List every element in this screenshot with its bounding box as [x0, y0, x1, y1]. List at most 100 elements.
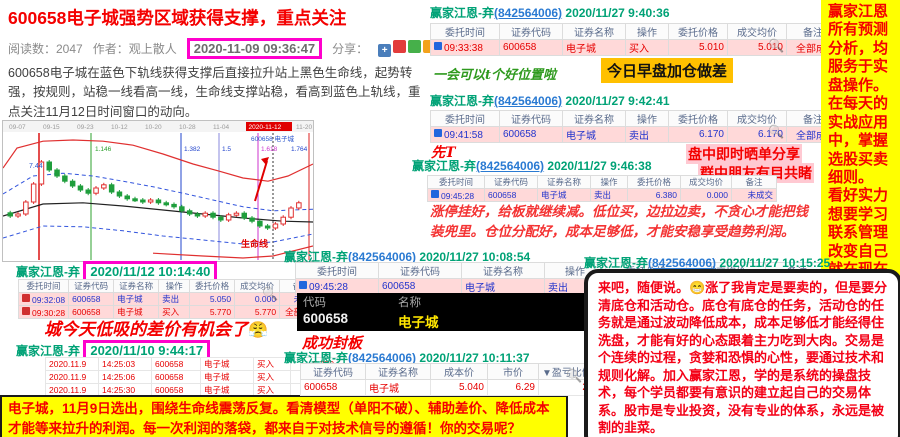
- account-link[interactable]: (842564006): [494, 6, 562, 20]
- col-header: 委托价格: [190, 280, 235, 293]
- table-row: 09:45:28600658电子城卖出6.3800.000未成交: [428, 189, 777, 202]
- col-header: 证券代码: [485, 176, 538, 189]
- svg-text:09-07: 09-07: [9, 124, 26, 131]
- col-header: 委托时间: [431, 24, 500, 40]
- username: 赢家江恩-弃: [584, 256, 648, 270]
- account-link[interactable]: (842564006): [476, 159, 544, 173]
- svg-text:1.146: 1.146: [95, 146, 112, 153]
- timestamp: 2020/11/27 9:40:36: [565, 6, 669, 20]
- cell: 09:41:58: [431, 127, 500, 143]
- share-plus-icon[interactable]: +: [378, 44, 391, 57]
- col-header: 证券代码: [301, 364, 366, 380]
- cell: 卖出: [591, 189, 628, 202]
- publish-time-highlight: 2020-11-09 09:36:47: [187, 38, 322, 59]
- username: 赢家江恩-弃: [412, 159, 476, 173]
- col-header: 操作: [591, 176, 628, 189]
- svg-text:2020-11-12: 2020-11-12: [249, 124, 282, 131]
- note-green: 一会可以t个好位置啦: [433, 64, 556, 83]
- col-header: 代码: [303, 294, 398, 310]
- col-header: 证券名称: [366, 364, 431, 380]
- col-header: 名称: [398, 294, 548, 310]
- account-link[interactable]: (842564006): [648, 256, 716, 270]
- cell: 600658: [301, 380, 366, 396]
- share-wechat-icon[interactable]: [408, 40, 421, 53]
- username: 赢家江恩-弃: [16, 265, 80, 279]
- col-header: 证券代码: [379, 263, 462, 279]
- magnifier-icon[interactable]: 🔍: [768, 38, 784, 54]
- svg-text:生命线: 生命线: [241, 238, 268, 249]
- order-table-m3: 委托时间证券代码证券名称操作委托价格成交均价备注09:45:28600658电子…: [427, 175, 777, 202]
- col-header: 操作: [626, 111, 669, 127]
- magnifier-icon[interactable]: 🔍: [768, 124, 784, 140]
- headband-emoji: 😤: [248, 320, 268, 339]
- cell: 14:25:03: [99, 358, 152, 371]
- article-body: 600658电子城在蓝色下轨线获得支撑后直接拉升站上黑色生命线，起势转强，按规则…: [8, 64, 432, 122]
- share-weibo-icon[interactable]: [393, 40, 406, 53]
- cell: 6.29: [488, 380, 539, 396]
- username: 赢家江恩-弃: [16, 344, 80, 358]
- cell: 买入: [254, 371, 291, 384]
- page: 600658电子城强势区域获得支撑，重点关注 阅读数：2047 作者：观上散人 …: [0, 0, 900, 437]
- cell: 09:33:38: [431, 40, 500, 56]
- row-flag-icon: [22, 307, 30, 315]
- right-promo-column: 赢家江恩 所有预测 分析，均 服务于实 盘操作。 在每天的 实战应用 中，掌握 …: [821, 0, 900, 293]
- note-discipline: 涨停挂好，给板就继续减。低位买，边拉边卖，不贪心才能把钱装兜里。仓位分配好，成本…: [430, 203, 820, 242]
- cell: 电子城: [563, 127, 626, 143]
- timestamp: 2020/11/27 9:46:38: [547, 159, 651, 173]
- col-header: 证券名称: [462, 263, 545, 279]
- col-header: 操作: [626, 24, 669, 40]
- col-header: 证券代码: [500, 111, 563, 127]
- chart-canvas: 09-0709-1509-2310-1210-2010-2811-0411-20…: [3, 121, 313, 261]
- svg-text:1.5: 1.5: [222, 146, 231, 153]
- cell: 600658: [152, 358, 201, 371]
- magnifier-icon[interactable]: 🔍: [262, 286, 278, 302]
- share-label: 分享：: [332, 40, 368, 57]
- page-title: 600658电子城强势区域获得支撑，重点关注: [8, 5, 438, 30]
- cell: 电子城: [201, 358, 254, 371]
- cell: 5.040: [431, 380, 488, 396]
- col-header: 证券代码: [500, 24, 563, 40]
- svg-text:11-04: 11-04: [213, 124, 230, 131]
- cell: 0.000: [681, 189, 732, 202]
- col-header: 证券名称: [563, 111, 626, 127]
- cell: 电子城: [538, 189, 591, 202]
- timestamp: 2020/11/10 9:44:17: [90, 343, 203, 358]
- row-flag-icon: [299, 281, 307, 289]
- cell: 6.170: [669, 127, 728, 143]
- cell: 14:25:06: [99, 371, 152, 384]
- svg-text:10-20: 10-20: [145, 124, 162, 131]
- col-header: 证券名称: [114, 280, 159, 293]
- svg-text:11-20: 11-20: [296, 124, 313, 131]
- col-header: 委托时间: [428, 176, 485, 189]
- magnifier-icon[interactable]: 🔍: [566, 368, 582, 384]
- log-header-m3: 赢家江恩-弃(842564006) 2020/11/27 9:46:38: [412, 157, 652, 174]
- cell: 09:32:08: [19, 293, 69, 306]
- col-header: 委托价格: [669, 111, 728, 127]
- col-header: 委托价格: [669, 24, 728, 40]
- svg-text:10-28: 10-28: [179, 124, 196, 131]
- article-meta: 阅读数：2047 作者：观上散人 2020-11-09 09:36:47 分享：…: [8, 38, 468, 59]
- row-flag-icon: [434, 42, 442, 50]
- author-label: 作者：观上散人: [93, 40, 177, 57]
- timestamp: 2020/11/12 10:14:40: [90, 264, 210, 279]
- svg-text:1.382: 1.382: [184, 146, 201, 153]
- timestamp: 2020/11/27 10:15:25: [719, 256, 830, 270]
- account-link[interactable]: (842564006): [494, 94, 562, 108]
- col-header: 委托时间: [19, 280, 69, 293]
- cell: 09:45:28: [428, 189, 485, 202]
- cell: 600658: [500, 40, 563, 56]
- log-header-m2: 赢家江恩-弃(842564006) 2020/11/27 9:42:41: [430, 92, 670, 109]
- cell: 600658: [485, 189, 538, 202]
- note-low-buy: 城今天低吸的差价有机会了😤: [44, 315, 268, 340]
- table-row: 600658电子城5.0406.2924.58: [301, 380, 611, 396]
- cell: 卖出: [159, 293, 190, 306]
- header-row: 委托时间证券代码证券名称操作委托价格成交均价备注: [428, 176, 777, 189]
- svg-text:600658 电子城: 600658 电子城: [251, 134, 294, 143]
- row-flag-icon: [431, 190, 439, 198]
- note-yellow-tag: 今日早盘加仓做差: [601, 58, 733, 83]
- cell: 电子城: [563, 40, 626, 56]
- col-header: 备注: [732, 176, 777, 189]
- svg-text:1.764: 1.764: [291, 146, 308, 153]
- cell: 600658: [500, 127, 563, 143]
- note-share-1: 盘中即时晒单分享: [686, 144, 802, 164]
